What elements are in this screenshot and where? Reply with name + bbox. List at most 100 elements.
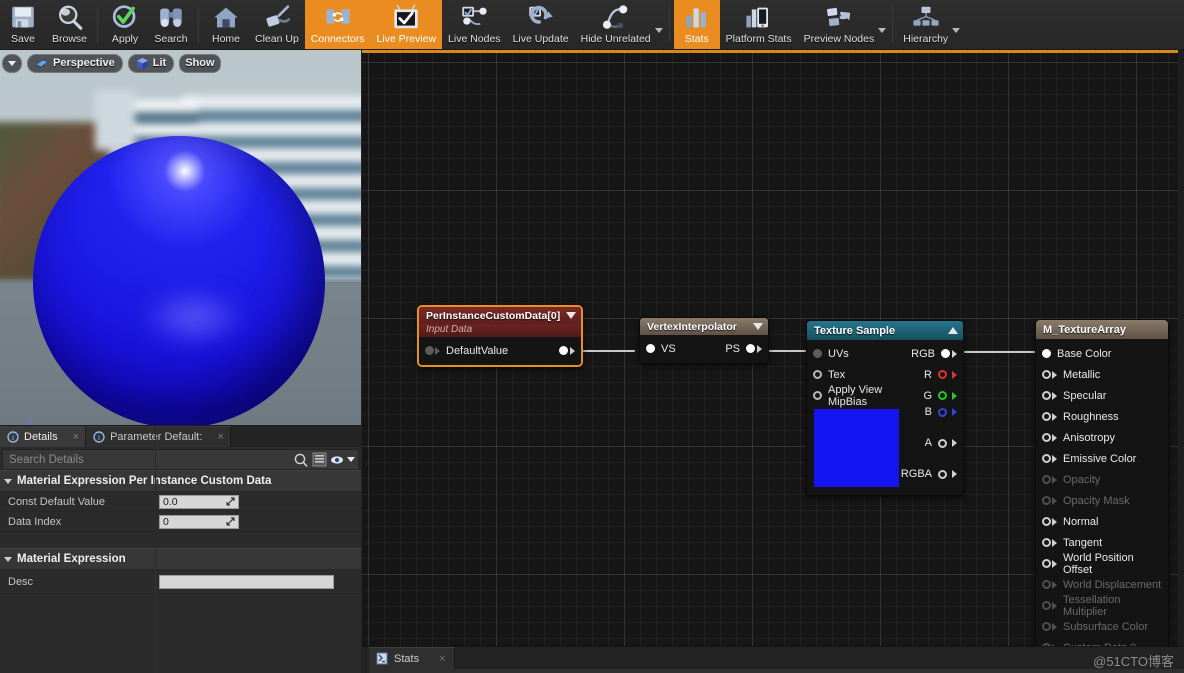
tab-parameter-defaults[interactable]: i Parameter Default: × (86, 426, 231, 447)
output-pin-dot[interactable] (746, 344, 755, 353)
pin-input-group[interactable]: World Position Offset (1042, 552, 1162, 576)
toolbar-button-hierarchy[interactable]: Hierarchy (897, 0, 954, 49)
output-pin-dot[interactable] (938, 370, 947, 379)
search-details-input[interactable] (3, 450, 293, 469)
pin-output-group[interactable]: G (923, 390, 957, 402)
pin-input-group[interactable]: Metallic (1042, 369, 1100, 381)
input-pin-dot[interactable] (1042, 454, 1051, 463)
pin-row-roughness[interactable]: Roughness (1036, 406, 1168, 427)
close-icon[interactable]: × (217, 431, 223, 443)
drag-slider-icon[interactable] (226, 497, 235, 506)
input-pin-dot[interactable] (813, 349, 822, 358)
hide-unrelated-dropdown-caret[interactable] (654, 28, 663, 33)
toolbar-button-hide-unrelated[interactable]: Hide Unrelated (575, 0, 657, 49)
viewport-lit-button[interactable]: Lit (127, 53, 175, 73)
input-pin-dot[interactable] (1042, 559, 1051, 568)
toolbar-button-platform-stats[interactable]: Platform Stats (720, 0, 798, 49)
node-per-instance-custom-data[interactable]: PerInstanceCustomData[0] Input Data Defa… (417, 305, 583, 367)
input-pin-dot[interactable] (425, 346, 434, 355)
pin-input-group[interactable]: Apply View MipBias (813, 384, 923, 408)
toolbar-button-search[interactable]: Search (148, 0, 194, 49)
pin-output-group[interactable]: R (924, 369, 957, 381)
output-pin-dot[interactable] (938, 438, 947, 448)
viewport-show-button[interactable]: Show (179, 53, 221, 73)
details-search-bar[interactable] (2, 449, 359, 470)
node-collapse-toggle[interactable] (753, 323, 763, 330)
const-default-value-input[interactable]: 0.0 (159, 494, 239, 509)
data-index-input[interactable]: 0 (159, 514, 239, 529)
pin-output-group[interactable]: RGB (911, 348, 957, 360)
pin-input-group[interactable]: UVs (813, 348, 849, 360)
tab-details[interactable]: i Details × (0, 426, 87, 447)
input-pin-dot[interactable] (1042, 538, 1051, 547)
pin-input-group[interactable]: Normal (1042, 516, 1098, 528)
node-texture-sample[interactable]: Texture Sample UVs RGB Tex R Apply View … (806, 320, 964, 496)
details-section-header-per-instance-custom-data[interactable]: Material Expression Per Instance Custom … (0, 426, 361, 673)
input-pin-dot[interactable] (1042, 391, 1051, 400)
pin-output-group[interactable] (559, 346, 575, 355)
toolbar-button-save[interactable]: Save (0, 0, 46, 49)
toolbar-button-stats[interactable]: Stats (673, 0, 720, 49)
pin-row-metallic[interactable]: Metallic (1036, 364, 1168, 385)
grid-view-icon[interactable] (312, 452, 327, 467)
node-collapse-toggle[interactable] (948, 327, 958, 334)
desc-input[interactable] (159, 574, 334, 589)
material-graph-canvas[interactable]: MATER PerInstanceCustomData[0] Input Dat… (362, 50, 1184, 646)
toolbar-button-live-nodes[interactable]: Live Nodes (442, 0, 507, 49)
pin-output-a[interactable]: A (925, 437, 957, 449)
pin-row-base-color[interactable]: Base Color (1036, 343, 1168, 364)
pin-output-b[interactable]: B (925, 406, 957, 418)
toolbar-button-live-preview[interactable]: Live Preview (370, 0, 443, 49)
input-pin-dot[interactable] (646, 344, 655, 353)
pin-row-emissive-color[interactable]: Emissive Color (1036, 448, 1168, 469)
pin-input-group[interactable]: Anisotropy (1042, 432, 1115, 444)
chevron-down-icon[interactable] (347, 457, 355, 462)
drag-slider-icon[interactable] (226, 517, 235, 526)
output-pin-dot[interactable] (559, 346, 568, 355)
pin-input-group[interactable]: Base Color (1042, 348, 1111, 360)
tab-stats[interactable]: Stats × (369, 647, 455, 669)
close-icon[interactable]: × (439, 653, 445, 665)
toolbar-button-live-update[interactable]: Live Update (507, 0, 575, 49)
output-pin-dot[interactable] (941, 349, 950, 358)
output-pin-dot[interactable] (938, 391, 947, 400)
toolbar-button-home[interactable]: Home (203, 0, 249, 49)
pin-row-anisotropy[interactable]: Anisotropy (1036, 427, 1168, 448)
eye-icon[interactable] (330, 454, 344, 466)
input-pin-dot[interactable] (1042, 412, 1051, 421)
node-vertex-interpolator[interactable]: VertexInterpolator VS PS (639, 317, 769, 364)
viewport-options-button[interactable] (2, 53, 22, 73)
pin-input-group[interactable]: Roughness (1042, 411, 1119, 423)
close-icon[interactable]: × (73, 431, 79, 443)
pin-input-group[interactable]: Tangent (1042, 537, 1102, 549)
preview-nodes-dropdown-caret[interactable] (878, 28, 887, 33)
input-pin-dot[interactable] (1042, 433, 1051, 442)
pin-output-rgba[interactable]: RGBA (901, 468, 957, 480)
node-collapse-toggle[interactable] (566, 312, 576, 319)
toolbar-button-preview-nodes[interactable]: Preview Nodes (798, 0, 881, 49)
input-pin-dot[interactable] (813, 391, 822, 400)
hierarchy-dropdown-caret[interactable] (952, 28, 961, 33)
pin-input-group[interactable]: Tex (813, 369, 845, 381)
search-icon[interactable] (293, 452, 309, 468)
output-pin-dot[interactable] (938, 469, 947, 479)
pin-row-world-position-offset[interactable]: World Position Offset (1036, 552, 1168, 576)
pin-input-group[interactable]: Emissive Color (1042, 453, 1136, 465)
details-section-header-material-expression[interactable]: Material Expression (0, 426, 361, 673)
input-pin-dot[interactable] (1042, 349, 1051, 358)
input-pin-dot[interactable] (1042, 370, 1051, 379)
pin-row-tangent[interactable]: Tangent (1036, 532, 1168, 553)
input-pin-dot[interactable] (1042, 517, 1051, 526)
pin-input-group[interactable]: VS (646, 343, 676, 355)
pin-row-normal[interactable]: Normal (1036, 511, 1168, 532)
pin-input-group[interactable]: DefaultValue (425, 345, 508, 357)
viewport-perspective-button[interactable]: Perspective (27, 53, 123, 73)
toolbar-button-apply[interactable]: Apply (102, 0, 148, 49)
output-pin-dot[interactable] (938, 407, 947, 417)
toolbar-button-clean-up[interactable]: Clean Up (249, 0, 305, 49)
node-material-output[interactable]: M_TextureArray Base Color Metallic Specu… (1035, 319, 1169, 646)
pin-row-specular[interactable]: Specular (1036, 385, 1168, 406)
toolbar-button-browse[interactable]: Browse (46, 0, 93, 49)
pin-input-group[interactable]: Specular (1042, 390, 1106, 402)
input-pin-dot[interactable] (813, 370, 822, 379)
